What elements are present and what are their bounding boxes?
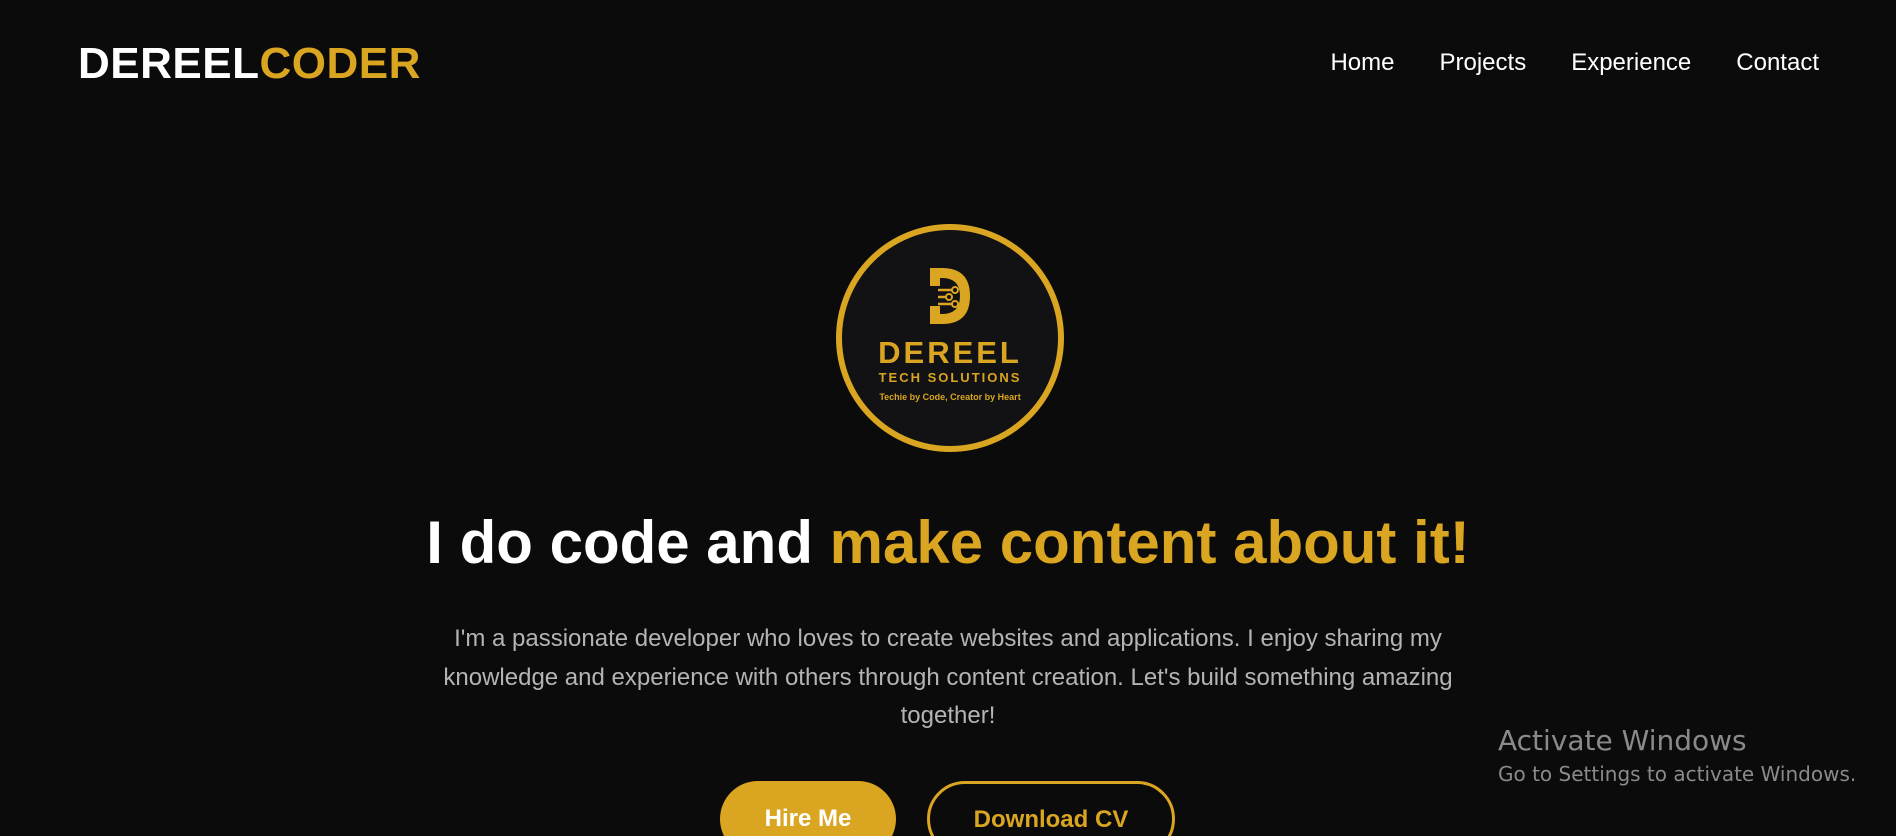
nav-link-projects[interactable]: Projects [1440, 48, 1527, 78]
watermark-title: Activate Windows [1498, 724, 1747, 757]
nav-link-contact[interactable]: Contact [1736, 48, 1819, 78]
brand-name-gold: CODER [259, 39, 421, 88]
hero-headline: I do code and make content about it! [0, 508, 1896, 578]
download-cv-button[interactable]: Download CV [927, 781, 1175, 836]
windows-activation-watermark: Activate Windows Go to Settings to activ… [1498, 722, 1856, 788]
logo-tagline: Techie by Code, Creator by Heart [879, 392, 1021, 402]
hire-me-button[interactable]: Hire Me [720, 781, 896, 836]
site-header: DEREELCODER Home Projects Experience Con… [0, 0, 1896, 130]
hero-intro-text: I'm a passionate developer who loves to … [443, 625, 1453, 729]
main-nav: Home Projects Experience Contact [1330, 48, 1819, 78]
watermark-subtitle: Go to Settings to activate Windows. [1498, 762, 1857, 786]
brand-logo[interactable]: DEREELCODER [78, 38, 421, 90]
headline-white-part: I do code and [426, 509, 830, 576]
headline-gold-part: make content about it! [829, 509, 1470, 576]
logo-name: DEREEL [878, 335, 1022, 370]
nav-link-experience[interactable]: Experience [1571, 48, 1691, 78]
profile-logo: DEREEL TECH SOLUTIONS Techie by Code, Cr… [836, 224, 1064, 452]
logo-subtitle: TECH SOLUTIONS [878, 370, 1022, 385]
page: DEREELCODER Home Projects Experience Con… [0, 0, 1896, 836]
brand-name-white: DEREEL [78, 39, 260, 88]
nav-link-home[interactable]: Home [1330, 48, 1394, 78]
